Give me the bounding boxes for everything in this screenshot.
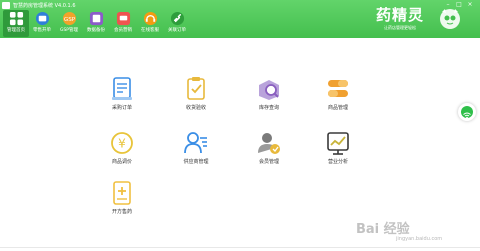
mascot-icon — [440, 9, 460, 29]
brand-slogan: 让药店管理更轻松 — [384, 25, 416, 30]
retail-icon — [35, 11, 49, 26]
receive-check-icon — [187, 77, 205, 100]
module-supplier-management[interactable]: 供应商管理 — [171, 130, 221, 180]
inventory-search-icon — [259, 80, 279, 100]
svg-text:GSP: GSP — [63, 17, 75, 23]
wifi-float-button[interactable] — [458, 103, 476, 121]
window-title: 智慧药房管理系统 V4.0.1.6 — [13, 3, 76, 9]
svg-text:¥: ¥ — [118, 137, 126, 151]
pills-icon — [328, 80, 348, 97]
module-label: 采购订单 — [111, 105, 132, 111]
tool-linked-order[interactable]: 关联订单 — [164, 10, 190, 37]
price-adjust-icon: ¥ — [111, 132, 133, 154]
home-grid-icon — [9, 11, 23, 26]
tool-home[interactable]: 管理首页 — [3, 10, 29, 37]
tool-label: 管理首页 — [7, 28, 25, 33]
module-inventory-search[interactable]: 库存查询 — [244, 76, 294, 126]
module-receive-check[interactable]: 收货验收 — [171, 76, 221, 126]
close-button[interactable]: × — [466, 1, 474, 8]
module-member-management[interactable]: 会员管理 — [244, 130, 294, 180]
watermark-url: jingyan.baidu.com — [396, 236, 443, 242]
module-label: 供应商管理 — [183, 159, 209, 165]
title-bar: 智慧药房管理系统 V4.0.1.6 – □ × 管理首页 零售开单 GSP GS… — [0, 0, 480, 38]
backup-icon — [89, 11, 103, 26]
module-price-adjust[interactable]: ¥ 商品调价 — [97, 130, 147, 180]
tool-retail[interactable]: 零售开单 — [29, 10, 55, 37]
tool-member-marketing[interactable]: 会员营销 — [110, 10, 136, 37]
module-label: 库存查询 — [258, 105, 279, 111]
link-icon — [170, 11, 184, 26]
tool-label: 在线客服 — [141, 28, 159, 33]
module-label: 商品调价 — [111, 159, 132, 165]
module-product-management[interactable]: 商品管理 — [313, 76, 363, 126]
purchase-order-icon — [112, 77, 132, 100]
analysis-icon — [327, 132, 349, 155]
brand-logo-text: 药精灵 — [376, 6, 425, 24]
tool-gsp[interactable]: GSP GSP管理 — [56, 10, 82, 37]
status-bar-divider — [0, 247, 480, 248]
module-label: 开方售药 — [111, 209, 132, 215]
app-icon — [2, 2, 10, 9]
module-business-analysis[interactable]: 营业分析 — [313, 130, 363, 180]
module-label: 商品管理 — [327, 105, 348, 111]
supplier-icon — [184, 132, 207, 154]
module-prescription-sale[interactable]: 开方售药 — [97, 180, 147, 230]
tool-label: GSP管理 — [59, 28, 79, 33]
tool-label: 会员营销 — [114, 28, 132, 33]
member-marketing-icon — [116, 11, 130, 26]
prescription-icon — [113, 181, 131, 205]
member-icon — [258, 133, 280, 154]
tool-customer-service[interactable]: 在线客服 — [137, 10, 163, 37]
watermark-logo: Bai 经验 — [356, 222, 410, 237]
gsp-icon: GSP — [62, 11, 76, 26]
tool-backup[interactable]: 数据备份 — [83, 10, 109, 37]
module-label: 营业分析 — [327, 159, 348, 165]
tool-label: 零售开单 — [33, 28, 51, 33]
module-label: 会员管理 — [258, 159, 279, 165]
wifi-icon — [461, 106, 473, 119]
tool-label: 数据备份 — [87, 28, 105, 33]
headset-icon — [143, 11, 157, 26]
module-label: 收货验收 — [185, 105, 206, 111]
module-purchase-order[interactable]: 采购订单 — [97, 76, 147, 126]
tool-label: 关联订单 — [168, 28, 186, 33]
